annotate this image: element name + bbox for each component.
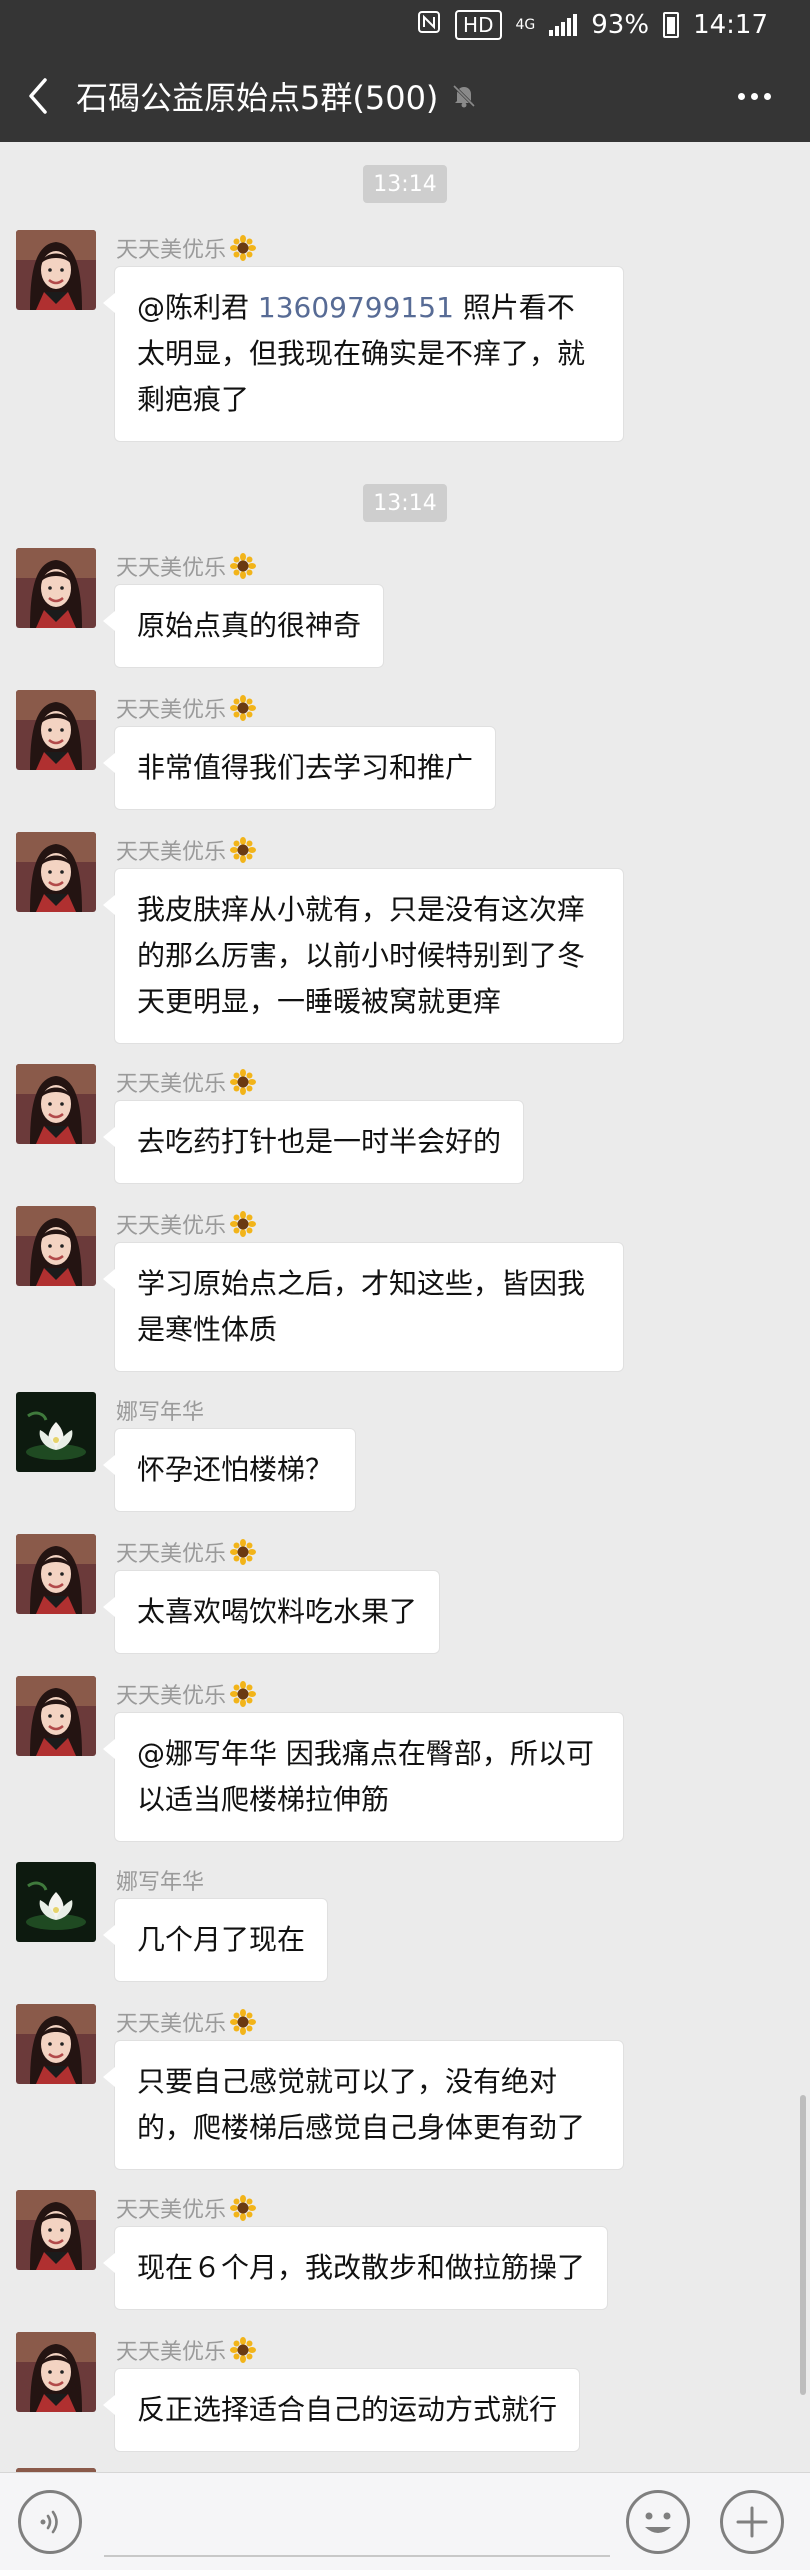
avatar[interactable] — [16, 2332, 96, 2412]
message-text: 太喜欢喝饮料吃水果了 — [137, 1595, 418, 1628]
battery-icon — [663, 12, 680, 38]
avatar[interactable] — [16, 1534, 96, 1614]
avatar[interactable] — [16, 548, 96, 628]
message-text: 我皮肤痒从小就有，只是没有这次痒的那么厉害，以前小时候特别到了冬天更明显，一睡暖… — [137, 893, 586, 1018]
avatar[interactable] — [16, 1862, 96, 1942]
message-bubble[interactable]: 怀孕还怕楼梯？ — [102, 1428, 357, 1512]
voice-button[interactable] — [18, 2490, 82, 2554]
chat-header: 石碣公益原始点5群(500) — [0, 50, 810, 142]
message-bubble[interactable]: 反正选择适合自己的运动方式就行 — [102, 2368, 581, 2452]
sender-name: 天天美优乐 — [116, 1066, 256, 1098]
more-button[interactable] — [724, 50, 784, 142]
chat-title: 石碣公益原始点5群(500) — [76, 79, 439, 117]
sender-name: 天天美优乐 — [116, 1536, 256, 1568]
avatar[interactable] — [16, 1392, 96, 1472]
mention[interactable]: @陈利君 — [137, 291, 249, 324]
sunflower-icon — [230, 1681, 256, 1707]
message-bubble[interactable]: 太喜欢喝饮料吃水果了 — [102, 1570, 441, 1654]
avatar[interactable] — [16, 2004, 96, 2084]
message-text: 非常值得我们去学习和推广 — [137, 751, 474, 784]
avatar[interactable] — [16, 690, 96, 770]
sunflower-icon — [230, 1069, 256, 1095]
nfc-icon — [417, 10, 441, 40]
message-bubble[interactable]: @陈利君 13609799151 照片看不太明显，但我现在确实是不痒了，就剩疤痕… — [103, 266, 624, 442]
sender-name: 天天美优乐 — [116, 1208, 256, 1240]
sunflower-icon — [230, 2337, 256, 2363]
mute-bell-icon — [453, 84, 476, 108]
sunflower-icon — [230, 235, 256, 261]
network-type: 4G — [515, 17, 536, 33]
message-bubble[interactable]: 非常值得我们去学习和推广 — [102, 726, 497, 810]
timestamp: 13:14 — [363, 165, 447, 203]
sender-name: 天天美优乐 — [116, 692, 256, 724]
sunflower-icon — [230, 2009, 256, 2035]
message-bubble[interactable]: 去吃药打针也是一时半会好的 — [102, 1100, 525, 1184]
sender-name: 娜写年华 — [116, 1400, 205, 1425]
plus-button[interactable] — [720, 2490, 784, 2554]
sender-name: 天天美优乐 — [116, 2192, 256, 2224]
message-bubble[interactable]: @娜写年华 因我痛点在臀部，所以可以适当爬楼梯拉伸筋 — [103, 1712, 624, 1842]
clock: 14:17 — [693, 10, 768, 40]
signal-icon — [549, 14, 578, 36]
message-text: @娜写年华 因我痛点在臀部，所以可以适当爬楼梯拉伸筋 — [137, 1737, 594, 1816]
avatar[interactable] — [16, 1676, 96, 1756]
sender-name: 天天美优乐 — [116, 2006, 256, 2038]
sender-name: 娜写年华 — [116, 1870, 205, 1895]
sunflower-icon — [230, 1211, 256, 1237]
chat-messages[interactable]: 13:14 天天美优乐 @陈利君 13609799151 照片看不太明显，但我现… — [0, 142, 810, 2472]
message-bubble[interactable]: 现在６个月，我改散步和做拉筋操了 — [102, 2226, 609, 2310]
message-bubble[interactable]: 学习原始点之后，才知这些，皆因我是寒性体质 — [103, 1242, 624, 1372]
sunflower-icon — [230, 553, 256, 579]
voice-icon — [40, 2510, 58, 2534]
message-bubble[interactable]: 原始点真的很神奇 — [102, 584, 385, 668]
avatar[interactable] — [16, 230, 96, 310]
scrollbar[interactable] — [800, 2095, 806, 2395]
avatar[interactable] — [16, 2190, 96, 2270]
message-text: 只要自己感觉就可以了，没有绝对的，爬楼梯后感觉自己身体更有劲了 — [137, 2065, 586, 2144]
hd-badge: HD — [455, 10, 502, 40]
message-text: 去吃药打针也是一时半会好的 — [137, 1125, 502, 1158]
message-bubble[interactable]: 我皮肤痒从小就有，只是没有这次痒的那么厉害，以前小时候特别到了冬天更明显，一睡暖… — [103, 868, 624, 1044]
sunflower-icon — [230, 1539, 256, 1565]
battery-percent: 93% — [591, 10, 650, 40]
avatar[interactable] — [16, 1206, 96, 1286]
sender-name: 天天美优乐 — [116, 2334, 256, 2366]
message-text: 反正选择适合自己的运动方式就行 — [137, 2393, 558, 2426]
back-arrow-icon — [29, 78, 47, 114]
sender-name: 天天美优乐 — [116, 550, 256, 582]
sunflower-icon — [230, 695, 256, 721]
message-bubble[interactable]: 几个月了现在 — [102, 1898, 329, 1982]
avatar[interactable] — [16, 832, 96, 912]
message-text: 几个月了现在 — [137, 1923, 306, 1956]
sunflower-icon — [230, 2195, 256, 2221]
more-dots-icon — [737, 92, 745, 100]
sender-name: 天天美优乐 — [116, 1678, 256, 1710]
message-text: 学习原始点之后，才知这些，皆因我是寒性体质 — [137, 1267, 586, 1346]
timestamp: 13:14 — [363, 484, 447, 522]
sunflower-icon — [230, 837, 256, 863]
message-input[interactable] — [104, 2487, 610, 2557]
sender-name: 天天美优乐 — [116, 834, 256, 866]
back-button[interactable] — [0, 50, 76, 142]
plus-icon — [736, 2506, 768, 2538]
avatar[interactable] — [16, 1064, 96, 1144]
emoji-icon — [645, 2512, 671, 2533]
input-bar — [0, 2472, 810, 2570]
sender-name: 天天美优乐 — [116, 232, 256, 264]
message-bubble[interactable]: 只要自己感觉就可以了，没有绝对的，爬楼梯后感觉自己身体更有劲了 — [103, 2040, 624, 2170]
message-text: 原始点真的很神奇 — [137, 609, 362, 642]
message-text: 现在６个月，我改散步和做拉筋操了 — [137, 2251, 586, 2284]
phone-link[interactable]: 13609799151 — [258, 291, 454, 324]
status-bar: HD 4G 93% 14:17 — [0, 0, 810, 50]
message-text: 怀孕还怕楼梯？ — [137, 1453, 334, 1486]
emoji-button[interactable] — [626, 2490, 690, 2554]
